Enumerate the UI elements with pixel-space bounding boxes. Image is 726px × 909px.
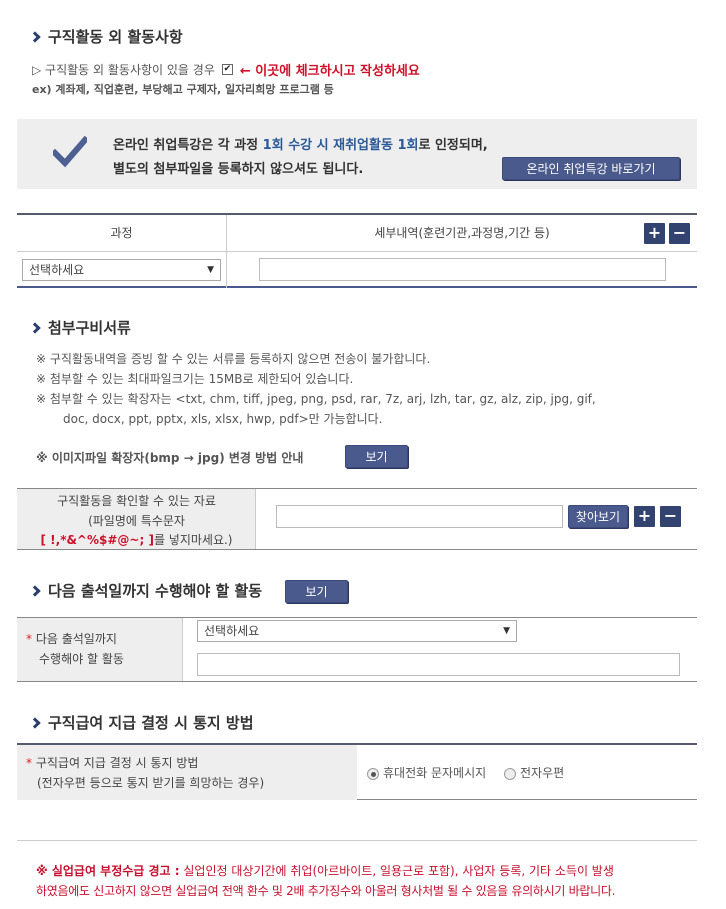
section-title-notification: 구직급여 지급 결정 시 통지 방법 [29,712,254,733]
add-row-button[interactable]: + [644,223,665,244]
next-activity-label-cell: * 다음 출석일까지 수행해야 할 활동 [17,618,183,681]
radio-selected-icon [367,767,379,780]
section-title-other-activities: 구직활동 외 활동사항 [29,26,183,47]
example-text: ex) 계좌제, 직업훈련, 부당해고 구제자, 일자리희망 프로그램 등 [32,83,334,96]
browse-button[interactable]: 찾아보기 [568,505,628,528]
online-lecture-button[interactable]: 온라인 취업특강 바로가기 [502,157,680,180]
warning-line-2: 하였음에도 신고하지 않으면 실업급여 전액 환수 및 2배 추가징수와 아울러… [36,884,616,898]
online-lecture-info-box: 온라인 취업특강은 각 과정 1회 수강 시 재취업활동 1회로 인정되며, 별… [17,119,697,189]
course-select[interactable]: 선택하세요 ▼ [22,259,221,281]
info-line-1: 온라인 취업특강은 각 과정 1회 수강 시 재취업활동 1회로 인정되며, [113,138,488,153]
file-table: 구직활동을 확인할 수 있는 자료 (파일명에 특수문자 [ !,*&^%$#@… [17,488,697,550]
other-activity-checkbox[interactable]: ✔ [221,64,233,75]
next-activity-view-button[interactable]: 보기 [285,580,348,603]
attachment-note-1: ※ 구직활동내역을 증빙 할 수 있는 서류를 등록하지 않으면 전송이 불가합… [36,352,431,366]
attachment-note-3: ※ 첨부할 수 있는 확장자는 <txt, chm, tiff, jpeg, p… [36,392,596,406]
course-col-header: 과정 [17,215,227,252]
required-mark: * [26,632,32,646]
attachment-note-4: doc, docx, ppt, pptx, xls, xlsx, hwp, pd… [63,412,383,426]
next-activity-input[interactable] [197,653,680,676]
notification-table: * 구직급여 지급 결정 시 통지 방법 (전자우편 등으로 통지 받기를 희망… [17,743,697,800]
chevron-right-icon [29,716,41,729]
attachment-note-2: ※ 첨부할 수 있는 최대파일크기는 15MB로 제한되어 있습니다. [36,372,354,386]
image-guide-view-button[interactable]: 보기 [345,445,408,468]
dropdown-arrow-icon: ▼ [503,626,510,636]
image-extension-guide: ※ 이미지파일 확장자(bmp → jpg) 변경 방법 안내 [36,451,304,465]
section-title-attachments: 첨부구비서류 [29,317,131,338]
info-line-2: 별도의 첨부파일을 등록하지 않으셔도 됩니다. [113,162,364,177]
file-label-cell: 구직활동을 확인할 수 있는 자료 (파일명에 특수문자 [ !,*&^%$#@… [17,489,256,549]
course-table: 과정 세부내역(훈련기관,과정명,기간 등) + − 선택하세요 ▼ [17,213,697,288]
detail-col-header: 세부내역(훈련기관,과정명,기간 등) [227,215,697,252]
file-path-input[interactable] [276,505,563,528]
warning-divider [17,840,697,841]
notification-options: 휴대전화 문자메시지 전자우편 [367,764,564,781]
notification-label-cell: * 구직급여 지급 결정 시 통지 방법 (전자우편 등으로 통지 받기를 희망… [17,745,357,800]
radio-icon [504,767,517,780]
checkmark-icon [53,136,87,168]
check-instruction: ← 이곳에 체크하시고 작성하세요 [239,64,420,79]
remove-file-button[interactable]: − [660,506,681,527]
other-activity-line: ▷ 구직활동 외 활동사항이 있을 경우 ✔ ← 이곳에 체크하시고 작성하세요 [32,60,420,79]
dropdown-arrow-icon: ▼ [207,265,214,275]
chevron-right-icon [29,584,41,597]
warning-line-1: ※ 실업급여 부정수급 경고 : 실업인정 대상기간에 취업(아르바이트, 일용… [36,864,614,878]
section-title-next-activity: 다음 출석일까지 수행해야 할 활동 [29,580,262,601]
remove-row-button[interactable]: − [669,223,690,244]
chevron-right-icon [29,30,41,43]
add-file-button[interactable]: + [634,506,655,527]
chevron-right-icon [29,321,41,334]
email-radio-option[interactable]: 전자우편 [504,766,564,780]
course-detail-input[interactable] [259,258,666,281]
required-mark: * [26,756,32,770]
sms-radio-option[interactable]: 휴대전화 문자메시지 [367,766,486,780]
next-activity-select[interactable]: 선택하세요 ▼ [197,620,517,642]
next-activity-table: * 다음 출석일까지 수행해야 할 활동 선택하세요 ▼ [17,617,697,682]
